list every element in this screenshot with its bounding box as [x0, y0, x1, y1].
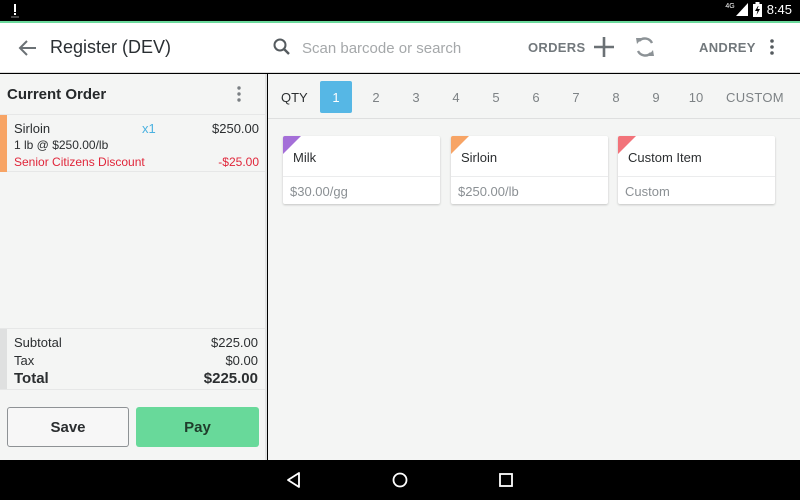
system-nav-bar	[0, 460, 800, 500]
page-title: Register (DEV)	[50, 37, 172, 57]
download-notification-icon	[11, 4, 19, 18]
network-type: 4G	[725, 3, 735, 10]
card-divider	[283, 176, 440, 177]
order-menu-icon[interactable]	[232, 85, 246, 103]
qty-option-3[interactable]: 3	[400, 81, 432, 113]
qty-option-1[interactable]: 1	[320, 81, 352, 113]
total-value: $225.00	[203, 370, 258, 387]
product-name: Sirloin	[461, 150, 498, 165]
nav-back-icon[interactable]	[284, 470, 304, 490]
back-arrow-icon[interactable]	[16, 36, 40, 60]
nav-recents-icon[interactable]	[496, 470, 516, 490]
sync-icon[interactable]	[633, 35, 657, 59]
qty-option-10[interactable]: 10	[680, 81, 712, 113]
tax-row: Tax $0.00	[14, 353, 258, 368]
tax-label: Tax	[14, 353, 35, 368]
subtotal-value: $225.00	[211, 335, 258, 350]
product-card[interactable]: Custom Item Custom	[618, 136, 775, 204]
order-line-item[interactable]: Sirloin x1 $250.00 1 lb @ $250.00/lb Sen…	[0, 114, 265, 172]
qty-custom-button[interactable]: CUSTOM	[726, 90, 784, 105]
item-name: Sirloin	[14, 121, 51, 136]
order-totals: Subtotal $225.00 Tax $0.00 Total $225.00	[0, 328, 265, 390]
product-card[interactable]: Sirloin $250.00/lb	[451, 136, 608, 204]
product-card[interactable]: Milk $30.00/gg	[283, 136, 440, 204]
item-detail: 1 lb @ $250.00/lb	[14, 138, 109, 152]
tax-value: $0.00	[225, 353, 258, 368]
item-price: $250.00	[212, 121, 259, 136]
item-color-bar	[0, 115, 7, 172]
total-label: Total	[14, 370, 49, 387]
qty-option-2[interactable]: 2	[360, 81, 392, 113]
qty-option-9[interactable]: 9	[640, 81, 672, 113]
search-icon	[273, 38, 290, 55]
qty-option-4[interactable]: 4	[440, 81, 472, 113]
orders-button[interactable]: ORDERS	[528, 40, 585, 55]
current-order-panel: Current Order Sirloin x1 $250.00 1 lb @ …	[0, 74, 267, 460]
discount-value: -$25.00	[218, 155, 259, 169]
qty-option-5[interactable]: 5	[480, 81, 512, 113]
discount-name: Senior Citizens Discount	[14, 155, 145, 169]
current-order-header: Current Order	[0, 74, 265, 114]
signal-icon	[735, 3, 748, 16]
battery-charging-icon	[752, 2, 762, 17]
subtotal-row: Subtotal $225.00	[14, 335, 258, 350]
totals-bar	[0, 329, 7, 389]
item-quantity: x1	[142, 121, 156, 136]
total-row: Total $225.00	[14, 370, 258, 387]
add-icon[interactable]	[592, 35, 616, 59]
search-input[interactable]	[302, 35, 512, 61]
qty-option-6[interactable]: 6	[520, 81, 552, 113]
product-area: QTY 1 2 3 4 5 6 7 8 9 10 CUSTOM Milk $30…	[268, 74, 800, 460]
qty-label: QTY	[281, 90, 308, 105]
quantity-bar: QTY 1 2 3 4 5 6 7 8 9 10 CUSTOM	[268, 74, 800, 119]
card-divider	[451, 176, 608, 177]
nav-home-icon[interactable]	[390, 470, 410, 490]
product-price: $30.00/gg	[290, 184, 348, 199]
clock: 8:45	[766, 2, 792, 17]
qty-option-7[interactable]: 7	[560, 81, 592, 113]
save-button[interactable]: Save	[7, 407, 129, 447]
product-price: $250.00/lb	[458, 184, 519, 199]
pay-button[interactable]: Pay	[136, 407, 259, 447]
product-name: Milk	[293, 150, 317, 165]
product-price: Custom	[625, 184, 670, 199]
more-options-icon[interactable]	[764, 37, 780, 57]
app-bar: Register (DEV) ORDERS ANDREY	[0, 23, 800, 73]
qty-option-8[interactable]: 8	[600, 81, 632, 113]
user-menu[interactable]: ANDREY	[699, 40, 756, 55]
current-order-title: Current Order	[7, 86, 107, 103]
subtotal-label: Subtotal	[14, 335, 62, 350]
status-bar: 4G 8:45	[0, 0, 800, 21]
product-name: Custom Item	[628, 150, 702, 165]
card-divider	[618, 176, 775, 177]
